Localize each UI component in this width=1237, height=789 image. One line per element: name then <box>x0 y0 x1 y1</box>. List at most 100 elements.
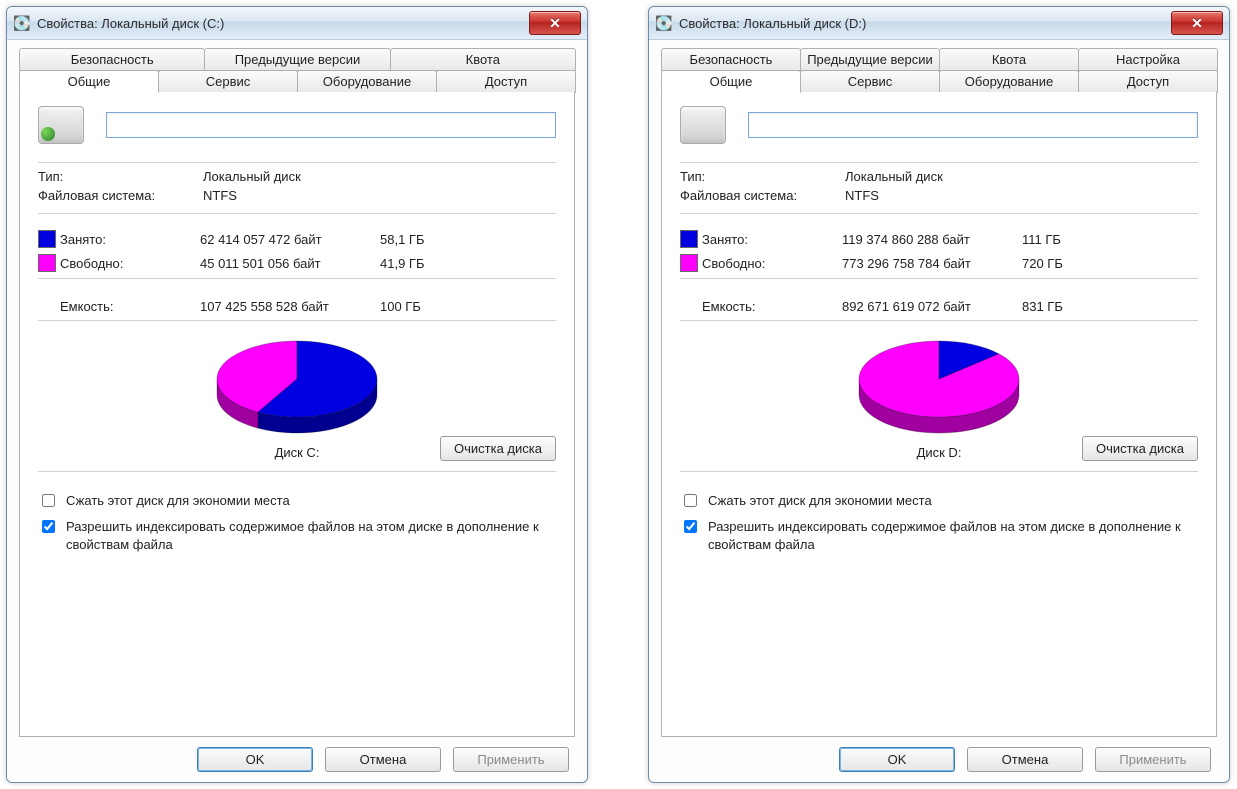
used-human: 58,1 ГБ <box>380 232 460 247</box>
properties-window-d: 💽 Свойства: Локальный диск (D:) ✕ Безопа… <box>648 6 1230 783</box>
tab-panel-general: Тип: Локальный диск Файловая система: NT… <box>19 92 575 737</box>
used-bytes: 62 414 057 472 байт <box>200 232 380 247</box>
compress-checkbox[interactable] <box>684 494 697 507</box>
volume-label-input[interactable] <box>106 112 556 138</box>
fs-label: Файловая система: <box>680 188 845 203</box>
used-human: 111 ГБ <box>1022 232 1102 247</box>
separator <box>38 162 556 163</box>
capacity-human: 831 ГБ <box>1022 299 1102 314</box>
tabstrip: Безопасность Предыдущие версии Квота Нас… <box>661 48 1217 93</box>
client-area: Безопасность Предыдущие версии Квота Общ… <box>7 40 587 782</box>
used-label: Занято: <box>702 232 842 247</box>
titlebar[interactable]: 💽 Свойства: Локальный диск (D:) ✕ <box>649 7 1229 40</box>
tab-tools[interactable]: Сервис <box>800 70 940 93</box>
tab-customize[interactable]: Настройка <box>1078 48 1218 71</box>
dialog-buttons: OK Отмена Применить <box>661 737 1217 772</box>
apply-button[interactable]: Применить <box>1095 747 1211 772</box>
pie-chart-d <box>844 331 1034 441</box>
free-label: Свободно: <box>60 256 200 271</box>
close-button[interactable]: ✕ <box>1171 11 1223 35</box>
compress-label: Сжать этот диск для экономии места <box>708 492 932 510</box>
compress-checkbox-row[interactable]: Сжать этот диск для экономии места <box>38 492 556 510</box>
tab-panel-general: Тип: Локальный диск Файловая система: NT… <box>661 92 1217 737</box>
ok-button[interactable]: OK <box>197 747 313 772</box>
separator <box>680 320 1198 321</box>
free-swatch <box>680 254 698 272</box>
fs-value: NTFS <box>845 188 1198 203</box>
tab-quota[interactable]: Квота <box>939 48 1079 71</box>
fs-value: NTFS <box>203 188 556 203</box>
free-bytes: 45 011 501 056 байт <box>200 256 380 271</box>
free-bytes: 773 296 758 784 байт <box>842 256 1022 271</box>
type-label: Тип: <box>38 169 203 184</box>
index-checkbox[interactable] <box>684 520 697 533</box>
tab-quota[interactable]: Квота <box>390 48 576 71</box>
free-human: 41,9 ГБ <box>380 256 460 271</box>
fs-label: Файловая система: <box>38 188 203 203</box>
drive-icon: 💽 <box>13 14 31 32</box>
tab-sharing[interactable]: Доступ <box>436 70 576 93</box>
separator <box>680 162 1198 163</box>
capacity-bytes: 892 671 619 072 байт <box>842 299 1022 314</box>
tab-tools[interactable]: Сервис <box>158 70 298 93</box>
separator <box>38 278 556 279</box>
type-value: Локальный диск <box>845 169 1198 184</box>
ok-button[interactable]: OK <box>839 747 955 772</box>
index-label: Разрешить индексировать содержимое файло… <box>708 518 1198 553</box>
used-bytes: 119 374 860 288 байт <box>842 232 1022 247</box>
used-label: Занято: <box>60 232 200 247</box>
tabstrip: Безопасность Предыдущие версии Квота Общ… <box>19 48 575 93</box>
tab-previous-versions[interactable]: Предыдущие версии <box>800 48 940 71</box>
type-value: Локальный диск <box>203 169 556 184</box>
capacity-label: Емкость: <box>702 299 842 314</box>
window-title: Свойства: Локальный диск (C:) <box>37 16 523 31</box>
drive-icon: 💽 <box>655 14 673 32</box>
window-title: Свойства: Локальный диск (D:) <box>679 16 1165 31</box>
separator <box>38 320 556 321</box>
disk-cleanup-button[interactable]: Очистка диска <box>1082 436 1198 461</box>
tab-hardware[interactable]: Оборудование <box>939 70 1079 93</box>
tab-general[interactable]: Общие <box>661 70 801 93</box>
capacity-bytes: 107 425 558 528 байт <box>200 299 380 314</box>
client-area: Безопасность Предыдущие версии Квота Нас… <box>649 40 1229 782</box>
disk-cleanup-button[interactable]: Очистка диска <box>440 436 556 461</box>
tab-hardware[interactable]: Оборудование <box>297 70 437 93</box>
dialog-buttons: OK Отмена Применить <box>19 737 575 772</box>
separator <box>38 471 556 472</box>
cancel-button[interactable]: Отмена <box>967 747 1083 772</box>
used-swatch <box>680 230 698 248</box>
index-checkbox-row[interactable]: Разрешить индексировать содержимое файло… <box>680 518 1198 553</box>
compress-checkbox-row[interactable]: Сжать этот диск для экономии места <box>680 492 1198 510</box>
free-swatch <box>38 254 56 272</box>
compress-label: Сжать этот диск для экономии места <box>66 492 290 510</box>
apply-button[interactable]: Применить <box>453 747 569 772</box>
tab-security[interactable]: Безопасность <box>661 48 801 71</box>
separator <box>680 471 1198 472</box>
type-label: Тип: <box>680 169 845 184</box>
pie-chart-c <box>202 331 392 441</box>
volume-label-input[interactable] <box>748 112 1198 138</box>
close-icon: ✕ <box>1191 15 1203 32</box>
titlebar[interactable]: 💽 Свойства: Локальный диск (C:) ✕ <box>7 7 587 40</box>
separator <box>680 213 1198 214</box>
separator <box>680 278 1198 279</box>
free-label: Свободно: <box>702 256 842 271</box>
index-checkbox-row[interactable]: Разрешить индексировать содержимое файло… <box>38 518 556 553</box>
close-icon: ✕ <box>549 15 561 32</box>
properties-window-c: 💽 Свойства: Локальный диск (C:) ✕ Безопа… <box>6 6 588 783</box>
index-checkbox[interactable] <box>42 520 55 533</box>
tab-general[interactable]: Общие <box>19 70 159 93</box>
tab-sharing[interactable]: Доступ <box>1078 70 1218 93</box>
compress-checkbox[interactable] <box>42 494 55 507</box>
free-human: 720 ГБ <box>1022 256 1102 271</box>
capacity-label: Емкость: <box>60 299 200 314</box>
used-swatch <box>38 230 56 248</box>
index-label: Разрешить индексировать содержимое файло… <box>66 518 556 553</box>
drive-large-icon <box>38 106 84 144</box>
tab-previous-versions[interactable]: Предыдущие версии <box>204 48 390 71</box>
tab-security[interactable]: Безопасность <box>19 48 205 71</box>
separator <box>38 213 556 214</box>
cancel-button[interactable]: Отмена <box>325 747 441 772</box>
drive-large-icon <box>680 106 726 144</box>
close-button[interactable]: ✕ <box>529 11 581 35</box>
